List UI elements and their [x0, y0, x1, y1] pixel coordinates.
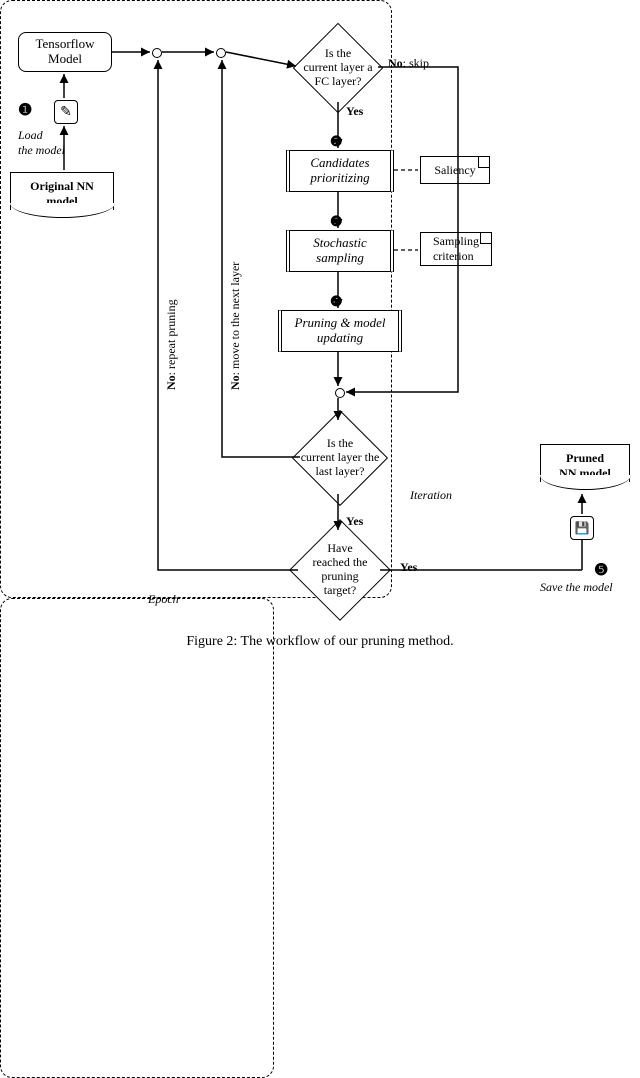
saliency-text: Saliency — [434, 163, 475, 178]
pruned-nn-doc: Pruned NN model — [540, 444, 630, 482]
candidates-proc: Candidates prioritizing — [286, 150, 394, 192]
stochastic-text: Stochastic sampling — [313, 236, 366, 266]
saliency-note: Saliency — [420, 156, 490, 184]
sampling-crit-note: Sampling criterion — [420, 232, 492, 266]
connector-3 — [335, 388, 345, 398]
candidates-text: Candidates prioritizing — [310, 156, 369, 186]
connector-2 — [216, 48, 226, 58]
tensorflow-model-box: Tensorflow Model — [18, 32, 112, 72]
original-nn-doc: Original NN model — [10, 172, 114, 210]
save-model-label: Save the model — [540, 580, 613, 595]
step-2-num: ❷ — [330, 134, 343, 151]
step-4-num: ❹ — [330, 294, 343, 311]
no-repeat-label: No: repeat pruning — [164, 210, 179, 390]
original-nn-text: Original NN model — [30, 179, 94, 208]
iteration-label: Iteration — [410, 488, 452, 503]
step-3-num: ❸ — [330, 214, 343, 231]
step-5-num: ❺ — [594, 560, 608, 580]
yes3-label: Yes — [400, 560, 417, 575]
yes1-label: Yes — [346, 104, 363, 119]
epoch-label: Epoch — [148, 592, 179, 607]
save-icon: 💾 — [570, 516, 594, 540]
load-icon: ✎ — [54, 100, 78, 124]
pruning-update-text: Pruning & model updating — [295, 316, 386, 346]
stochastic-proc: Stochastic sampling — [286, 230, 394, 272]
no-next-label: No: move to the next layer — [228, 190, 243, 390]
figure-caption: Figure 2: The workflow of our pruning me… — [0, 634, 640, 650]
pruning-update-proc: Pruning & model updating — [278, 310, 402, 352]
step-1-num: ❶ — [18, 100, 32, 120]
no-skip-label: No: skip — [388, 56, 429, 71]
load-model-label: Load the model — [18, 128, 65, 158]
iteration-container — [0, 598, 274, 1078]
sampling-crit-text: Sampling criterion — [433, 234, 479, 264]
pruned-nn-text: Pruned NN model — [559, 451, 611, 480]
connector-1 — [152, 48, 162, 58]
tensorflow-model-text: Tensorflow Model — [35, 37, 94, 67]
